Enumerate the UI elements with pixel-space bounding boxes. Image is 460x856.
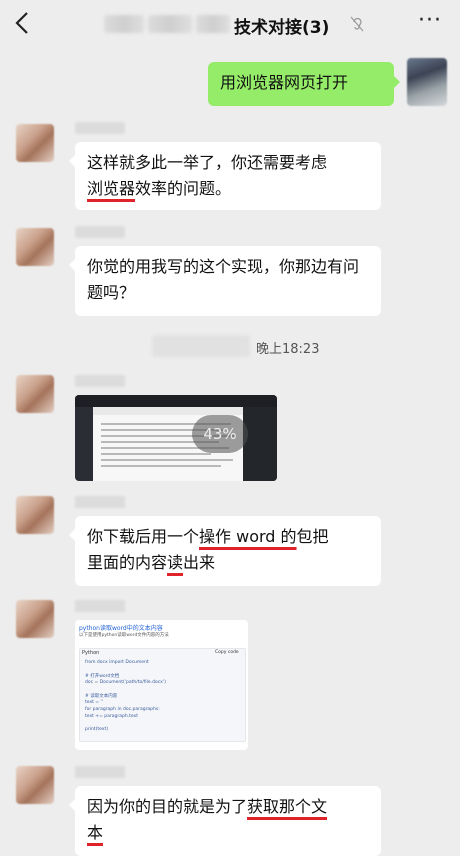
code-line: for paragraph in doc.paragraphs: bbox=[85, 707, 160, 712]
sender-name bbox=[75, 122, 125, 134]
self-avatar[interactable] bbox=[407, 58, 447, 106]
code-language: Python bbox=[82, 650, 100, 656]
message-text-underlined: 读 bbox=[167, 553, 184, 572]
message-bubble[interactable]: 你觉的用我写的这个实现，你那边有问题吗？ bbox=[69, 246, 381, 316]
blurred-name bbox=[196, 15, 230, 33]
message-text: 效率的问题。 bbox=[135, 179, 232, 198]
chat-title: 技术对接(3) bbox=[234, 18, 330, 38]
message-bubble[interactable]: 你下载后用一个操作 word 的包把 里面的内容读出来 bbox=[69, 516, 381, 586]
message-text: 你下载后用一个 bbox=[87, 527, 200, 546]
message-text-underlined: 浏览器 bbox=[87, 179, 136, 198]
sender-name bbox=[75, 226, 125, 238]
card-subtitle: 以下是使用python读取word文件内容的方法 bbox=[79, 633, 169, 638]
card-title: python读取word中的文本内容 bbox=[79, 625, 163, 632]
blurred-name bbox=[148, 15, 192, 33]
message-bubble-outgoing[interactable]: 用浏览器网页打开 bbox=[208, 62, 400, 106]
message-text: 出来 bbox=[183, 553, 216, 572]
message-text: 包把 bbox=[296, 527, 329, 546]
code-line: doc = Document('path/to/file.docx') bbox=[85, 680, 166, 685]
download-progress-label: 43% bbox=[192, 415, 248, 453]
sender-name bbox=[75, 375, 125, 387]
timestamp: 晚上18:23 bbox=[256, 342, 320, 357]
code-line: print(text) bbox=[85, 727, 108, 732]
message-text: 因为你的目的就是为了 bbox=[87, 797, 248, 816]
blurred-name bbox=[104, 15, 144, 33]
document-ribbon bbox=[93, 407, 243, 415]
timestamp-blur bbox=[152, 335, 250, 357]
sender-name bbox=[75, 766, 125, 778]
chevron-left-icon[interactable] bbox=[14, 10, 30, 41]
copy-code-button: Copy code bbox=[215, 650, 239, 655]
code-line: text += paragraph.text bbox=[85, 714, 138, 719]
window-titlebar bbox=[75, 395, 277, 407]
message-bubble[interactable]: 因为你的目的就是为了获取那个文 本 bbox=[69, 786, 381, 856]
message-text: 里面的内容 bbox=[87, 553, 168, 572]
side-panel bbox=[243, 407, 277, 481]
message-text-underlined: 获取那个文 bbox=[247, 797, 328, 816]
sender-avatar[interactable] bbox=[16, 228, 54, 266]
chat-header bbox=[0, 0, 460, 50]
code-line: # 读取文本内容 bbox=[85, 694, 118, 699]
more-options-button[interactable]: ··· bbox=[418, 8, 442, 33]
sender-name bbox=[75, 496, 125, 508]
sender-name bbox=[75, 600, 125, 612]
sender-avatar[interactable] bbox=[16, 496, 54, 534]
image-message[interactable]: 43% bbox=[75, 395, 277, 481]
message-text: 用浏览器网页打开 bbox=[220, 73, 349, 92]
sender-avatar[interactable] bbox=[16, 124, 54, 162]
sender-avatar[interactable] bbox=[16, 375, 54, 413]
message-text-underlined: 操作 word 的 bbox=[199, 527, 297, 546]
message-text: 你觉的用我写的这个实现，你那边有问题吗？ bbox=[87, 257, 360, 302]
message-text: 这样就多此一举了，你还需要考虑 bbox=[87, 153, 328, 172]
code-screenshot-message[interactable]: python读取word中的文本内容 以下是使用python读取word文件内容… bbox=[75, 620, 248, 750]
code-line: # 打开word文档 bbox=[85, 674, 120, 679]
code-line: text = '' bbox=[85, 700, 103, 705]
message-text-underlined: 本 bbox=[87, 823, 104, 842]
sender-avatar[interactable] bbox=[16, 766, 54, 804]
sender-avatar[interactable] bbox=[16, 600, 54, 638]
ear-icon bbox=[350, 16, 364, 32]
code-line: from docx import Document bbox=[85, 660, 149, 665]
message-bubble[interactable]: 这样就多此一举了，你还需要考虑 浏览器效率的问题。 bbox=[69, 142, 381, 210]
